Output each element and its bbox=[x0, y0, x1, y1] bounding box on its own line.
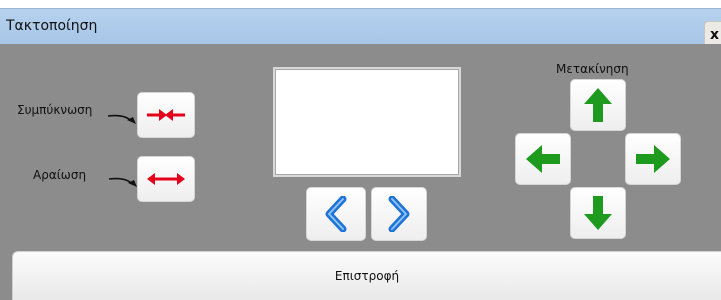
compress-button[interactable] bbox=[137, 92, 195, 138]
return-button[interactable]: Επιστροφή bbox=[12, 251, 721, 300]
spread-button[interactable] bbox=[137, 156, 195, 202]
chevron-left-icon bbox=[325, 196, 347, 232]
arrow-right-icon bbox=[636, 145, 670, 173]
preview-area bbox=[273, 67, 461, 177]
move-right-button[interactable] bbox=[625, 133, 681, 185]
move-left-button[interactable] bbox=[515, 133, 571, 185]
arrow-left-icon bbox=[526, 145, 560, 173]
move-up-button[interactable] bbox=[570, 79, 626, 131]
return-label: Επιστροφή bbox=[334, 269, 400, 283]
double-arrow-icon bbox=[147, 173, 185, 185]
arrow-down-icon bbox=[584, 196, 612, 230]
move-down-button[interactable] bbox=[570, 187, 626, 239]
previous-button[interactable] bbox=[306, 187, 366, 241]
close-label: x bbox=[710, 27, 720, 43]
arrows-inward-icon bbox=[147, 109, 185, 121]
title-bar: Τακτοποίηση x bbox=[0, 8, 721, 49]
hook-arrow-icon bbox=[108, 177, 137, 187]
chevron-right-icon bbox=[388, 196, 410, 232]
hook-arrow-icon bbox=[107, 114, 136, 124]
arrange-window: Τακτοποίηση x Συμπύκνωση Αραίωση Μετακίν… bbox=[0, 0, 721, 300]
window-title: Τακτοποίηση bbox=[6, 18, 98, 34]
next-button[interactable] bbox=[371, 187, 427, 241]
arrow-up-icon bbox=[584, 88, 612, 122]
move-label: Μετακίνηση bbox=[556, 62, 629, 76]
spread-label: Αραίωση bbox=[33, 168, 87, 182]
compress-label: Συμπύκνωση bbox=[17, 103, 93, 117]
